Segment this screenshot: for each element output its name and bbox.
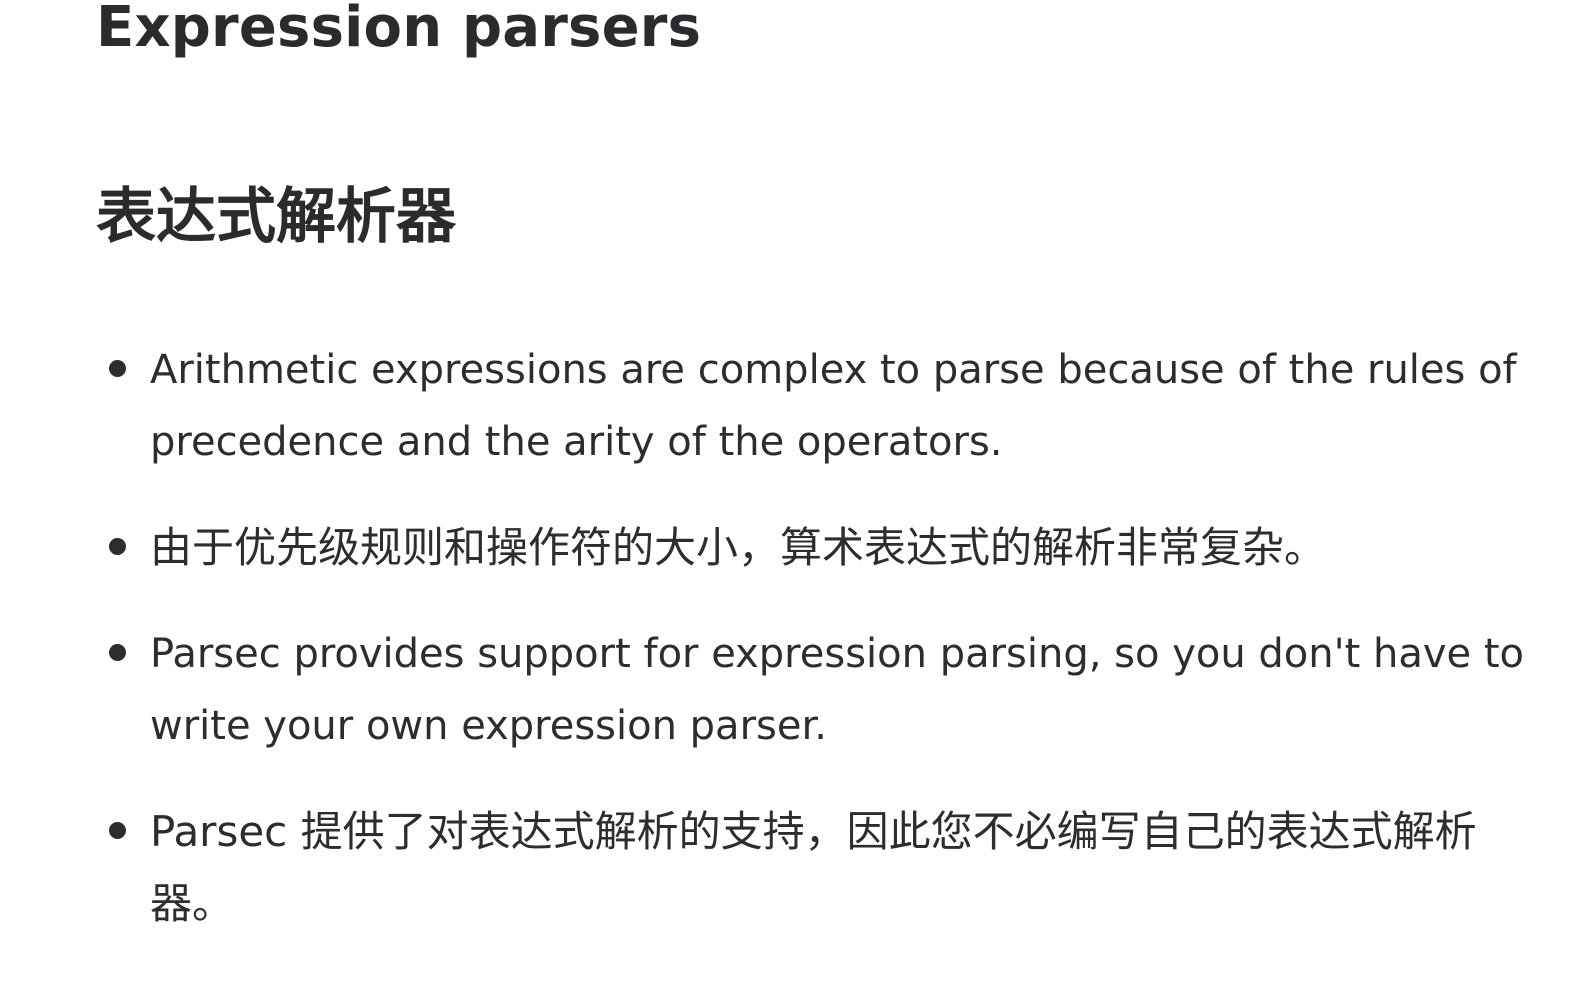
bullet-item-chinese-arithmetic: 由于优先级规则和操作符的大小，算术表达式的解析非常复杂。 — [96, 512, 1536, 584]
bullet-text: Parsec provides support for expression p… — [150, 631, 1525, 749]
bullet-dot-icon — [109, 360, 126, 377]
english-heading: Expression parsers — [96, 0, 702, 60]
bullet-dot-icon — [109, 822, 126, 839]
chinese-heading: 表达式解析器 — [96, 182, 456, 252]
bullet-text: Parsec 提供了对表达式解析的支持，因此您不必编写自己的表达式解析器。 — [150, 807, 1477, 928]
bullet-text: 由于优先级规则和操作符的大小，算术表达式的解析非常复杂。 — [150, 523, 1327, 572]
document-page: Expression parsers 表达式解析器 Arithmetic exp… — [96, 0, 1566, 998]
bullet-item-english-arithmetic: Arithmetic expressions are complex to pa… — [96, 334, 1536, 478]
bullet-dot-icon — [109, 644, 126, 661]
bullet-dot-icon — [109, 538, 126, 555]
bullet-item-chinese-parsec: Parsec 提供了对表达式解析的支持，因此您不必编写自己的表达式解析器。 — [96, 796, 1536, 940]
bullet-text: Arithmetic expressions are complex to pa… — [150, 347, 1517, 465]
bullet-item-english-parsec: Parsec provides support for expression p… — [96, 618, 1536, 762]
bullet-list: Arithmetic expressions are complex to pa… — [96, 334, 1536, 974]
